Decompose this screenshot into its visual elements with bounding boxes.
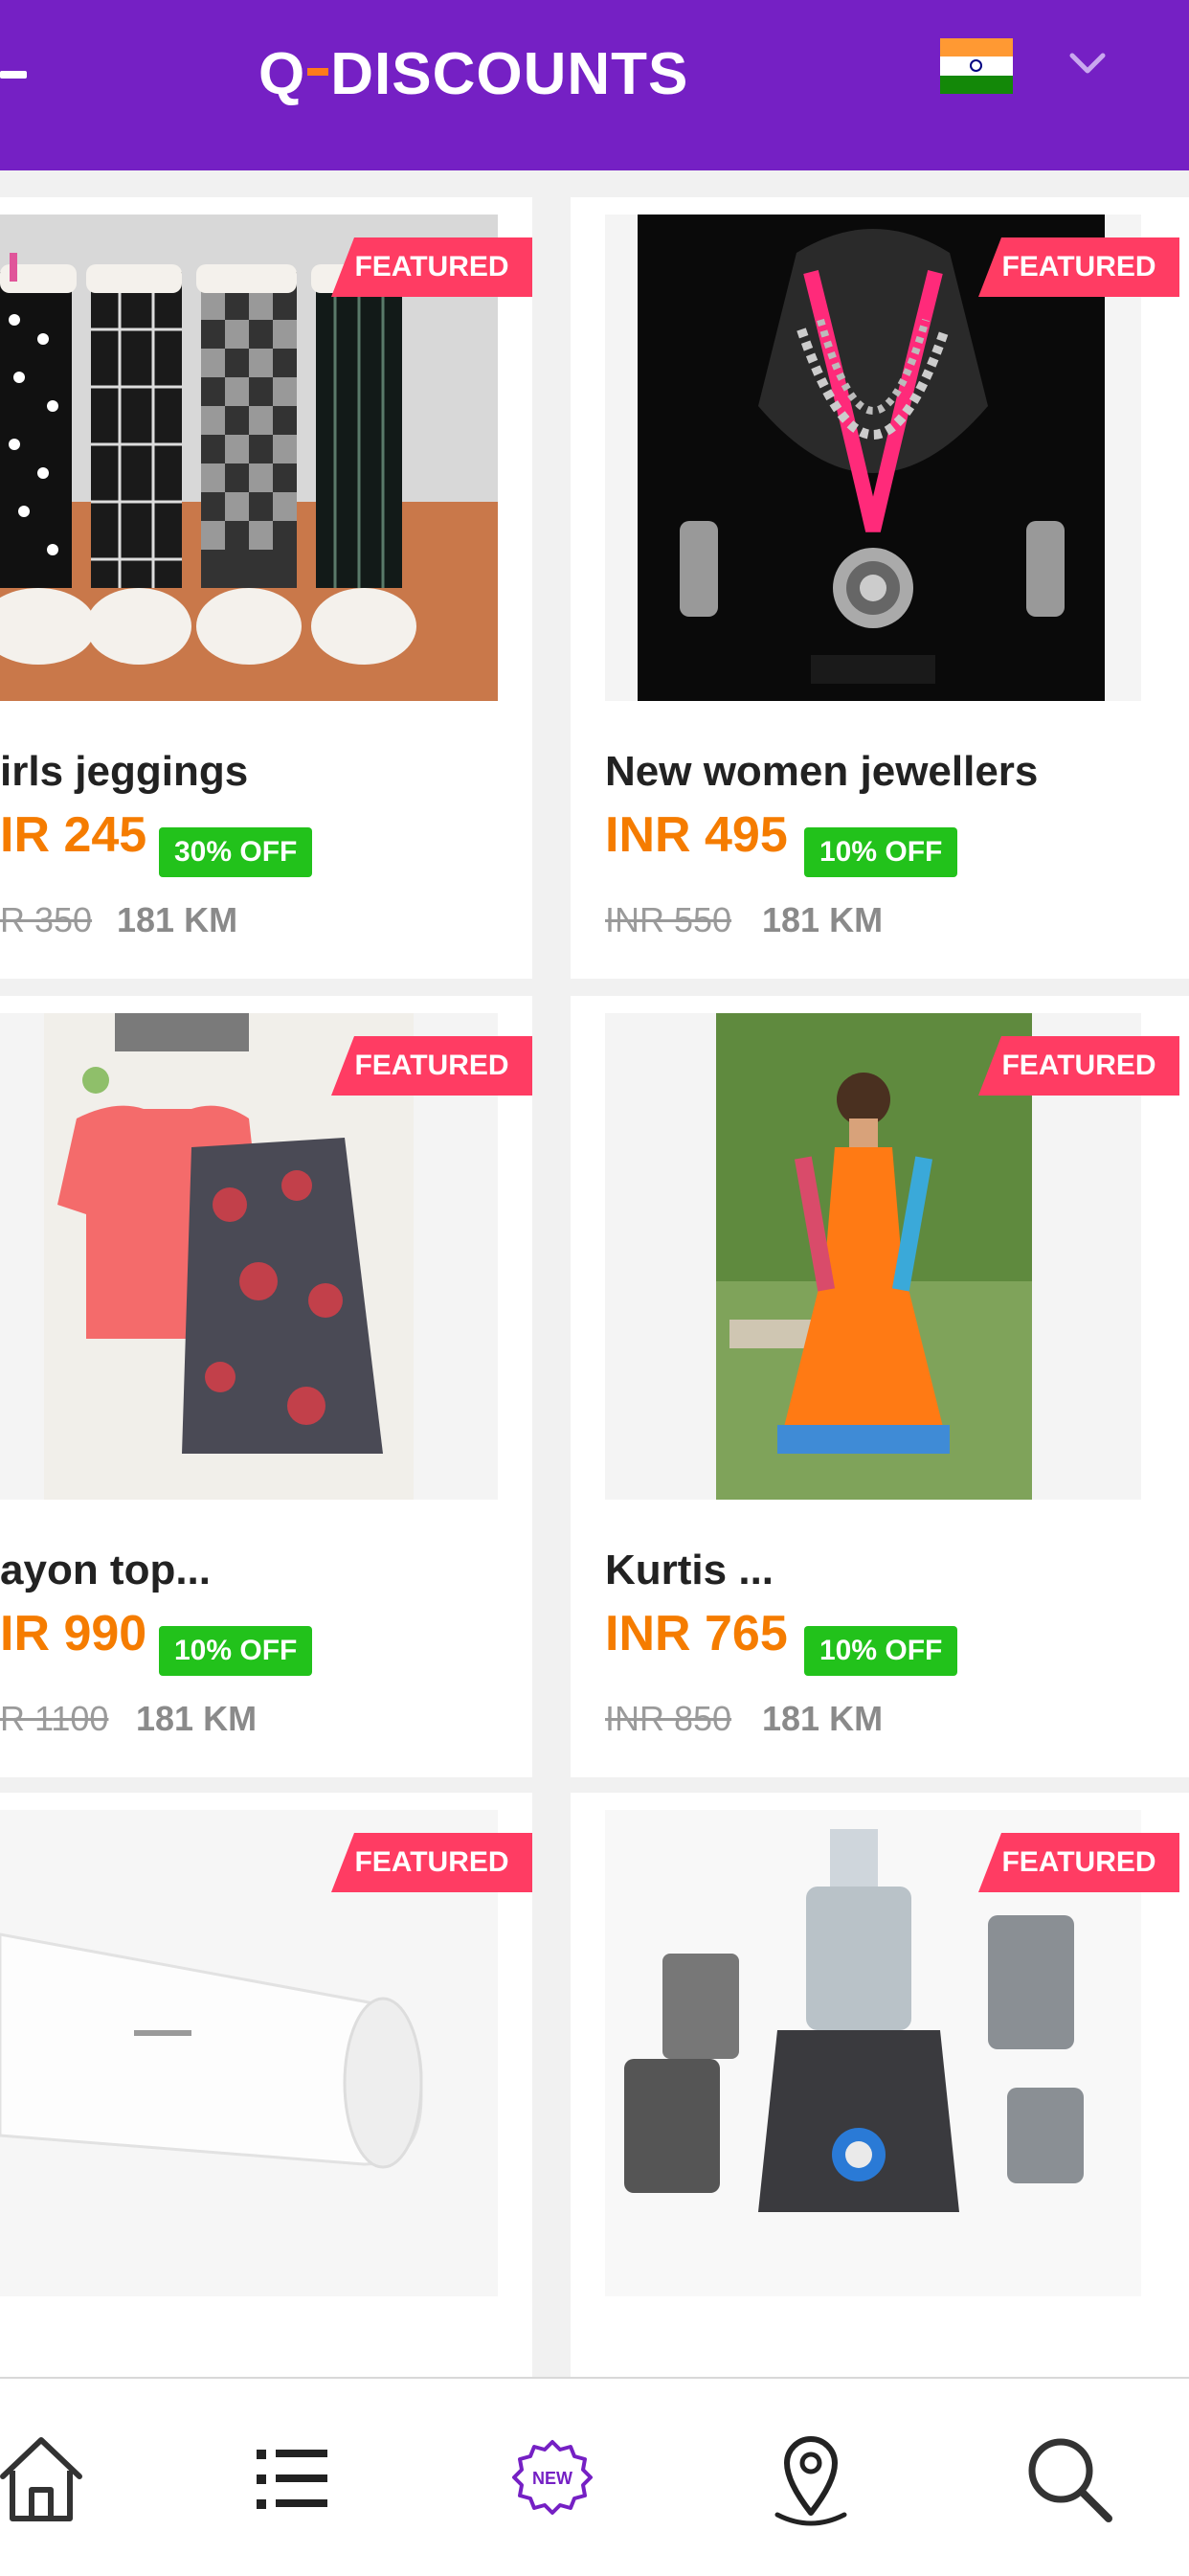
featured-badge: FEATURED	[331, 1036, 532, 1096]
product-card[interactable]: FEATURED	[0, 1793, 532, 2377]
brand-logo[interactable]: Q DISCOUNTS	[258, 27, 699, 123]
product-card[interactable]: FEATURED irls jeggings IR 245 30% OFF R …	[0, 197, 532, 979]
distance-label: 181 KM	[762, 1699, 884, 1738]
discount-badge: 10% OFF	[804, 827, 958, 877]
india-flag-icon[interactable]	[940, 38, 1013, 94]
home-icon[interactable]	[0, 2427, 94, 2532]
list-icon[interactable]	[239, 2427, 345, 2532]
featured-badge: FEATURED	[978, 1036, 1179, 1096]
distance-label: 181 KM	[762, 900, 884, 939]
product-price: INR 765	[605, 1606, 788, 1661]
menu-icon[interactable]	[0, 71, 27, 79]
product-title: ayon top...	[0, 1547, 211, 1593]
distance-label: 181 KM	[136, 1699, 258, 1738]
new-badge-icon[interactable]: NEW	[500, 2427, 605, 2532]
product-title: irls jeggings	[0, 748, 249, 795]
discount-badge: 10% OFF	[159, 1626, 313, 1676]
search-icon[interactable]	[1017, 2427, 1122, 2532]
product-card[interactable]: FEATURED	[571, 1793, 1189, 2377]
product-title: New women jewellers	[605, 748, 1039, 795]
original-price: R 1100	[0, 1699, 109, 1738]
original-price: R 350	[0, 900, 93, 939]
product-price: INR 495	[605, 807, 788, 863]
featured-badge: FEATURED	[978, 237, 1179, 297]
location-pin-icon[interactable]	[758, 2427, 864, 2532]
chevron-down-icon[interactable]	[1068, 50, 1107, 79]
featured-badge: FEATURED	[331, 1833, 532, 1892]
product-card[interactable]: FEATURED New women jewellers INR 495 10%…	[571, 197, 1189, 979]
brand-dash	[307, 67, 329, 76]
original-price: INR 850	[605, 1699, 732, 1738]
product-card[interactable]: FEATURED Kurtis ... INR 765 10% OFF INR …	[571, 996, 1189, 1777]
bottom-navigation: NEW	[0, 2377, 1189, 2576]
product-price: IR 990	[0, 1606, 147, 1661]
product-price: IR 245	[0, 807, 147, 863]
distance-label: 181 KM	[117, 900, 238, 939]
brand-text: DISCOUNTS	[330, 41, 689, 107]
original-price: INR 550	[605, 900, 732, 939]
featured-badge: FEATURED	[978, 1833, 1179, 1892]
product-card[interactable]: FEATURED ayon top... IR 990 10% OFF R 11…	[0, 996, 532, 1777]
featured-badge: FEATURED	[331, 237, 532, 297]
app-header: Q DISCOUNTS	[0, 0, 1189, 170]
discount-badge: 30% OFF	[159, 827, 313, 877]
new-label: NEW	[532, 2469, 572, 2488]
brand-q: Q	[258, 41, 306, 107]
product-title: Kurtis ...	[605, 1547, 774, 1593]
discount-badge: 10% OFF	[804, 1626, 958, 1676]
